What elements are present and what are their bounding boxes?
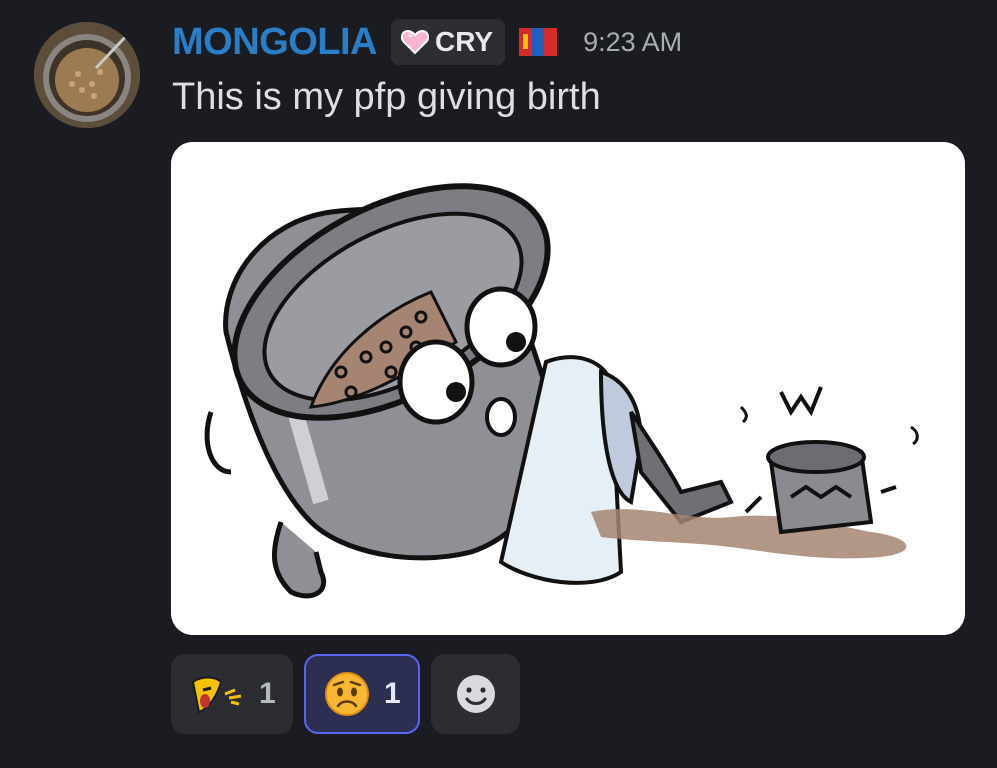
smiley-add-icon xyxy=(456,675,495,713)
reaction-count: 1 xyxy=(384,677,401,710)
reactions-bar: 1 1 xyxy=(171,654,520,734)
image-attachment[interactable] xyxy=(171,142,965,635)
mongolia-flag-icon xyxy=(519,28,558,56)
add-reaction-button[interactable] xyxy=(431,654,520,734)
reaction-count: 1 xyxy=(259,677,276,710)
message-header: MONGOLIA CRY 9:23 AM xyxy=(172,14,682,70)
server-tag[interactable]: CRY xyxy=(390,19,506,65)
pink-heart-icon xyxy=(400,29,429,55)
cooking-pot-drawing xyxy=(171,142,965,635)
chat-message: MONGOLIA CRY 9:23 AM This is my pfp givi… xyxy=(0,0,997,768)
username[interactable]: MONGOLIA xyxy=(172,21,377,64)
worried-face-emoji-icon xyxy=(325,672,369,716)
avatar[interactable] xyxy=(34,22,140,128)
banana-face-emoji-icon xyxy=(191,676,242,714)
message-text: This is my pfp giving birth xyxy=(172,76,601,118)
reaction-banana-face[interactable]: 1 xyxy=(171,654,293,734)
server-tag-label: CRY xyxy=(434,26,494,57)
message-timestamp: 9:23 AM xyxy=(583,26,683,57)
reaction-worried-face[interactable]: 1 xyxy=(304,654,420,734)
cooking-pot-avatar-icon xyxy=(34,22,140,128)
